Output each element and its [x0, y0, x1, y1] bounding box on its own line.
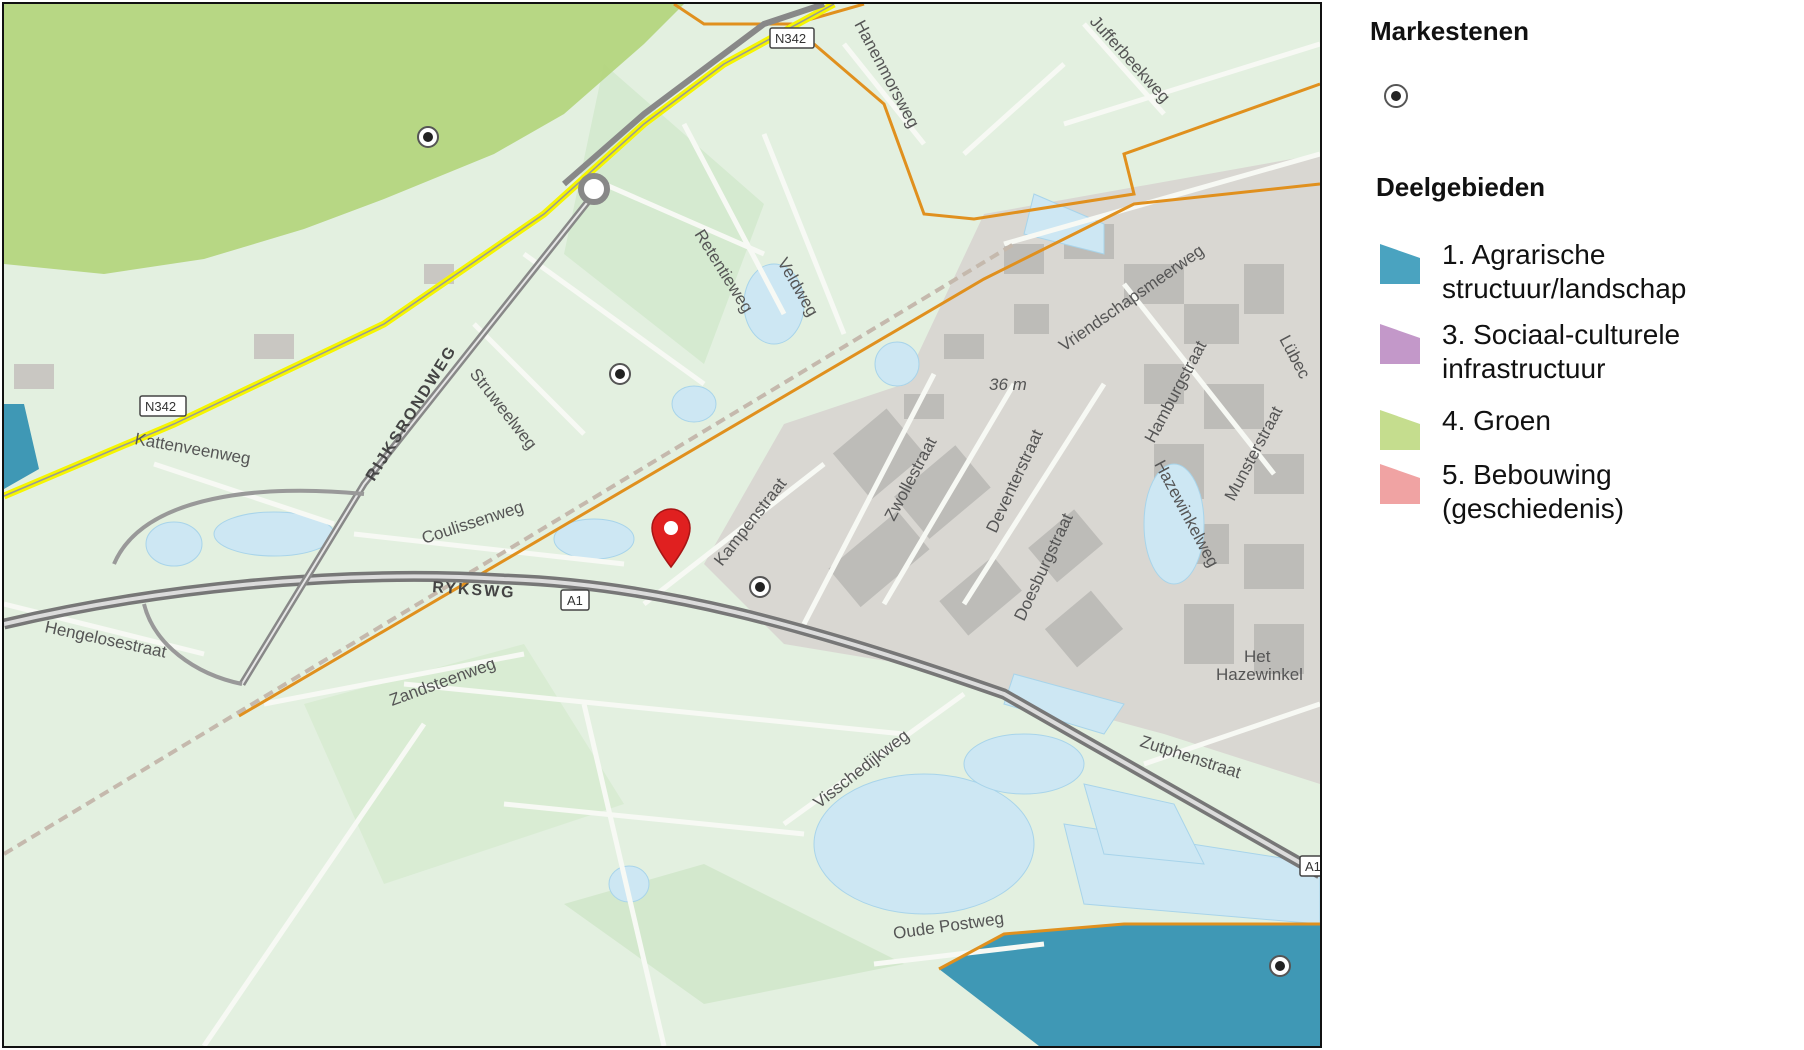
legend-label-agrarisch: 1. Agrarische structuur/landschap — [1442, 239, 1687, 304]
roundabout — [578, 173, 610, 205]
shield-n342-top: N342 — [769, 27, 815, 49]
markesteen-marker[interactable] — [609, 363, 631, 385]
svg-text:A1: A1 — [1305, 859, 1320, 874]
swatch-sociaal-icon — [1380, 324, 1420, 364]
map-canvas[interactable]: RYKSWG RIJKSRONDWEG Hanenmorsweg Jufferb… — [4, 4, 1320, 1046]
map-view[interactable]: RYKSWG RIJKSRONDWEG Hanenmorsweg Jufferb… — [2, 2, 1322, 1048]
shield-a1-right: A1 — [1299, 855, 1320, 877]
legend-item-groen: 4. Groen — [1380, 404, 1782, 450]
swatch-bebouwing-icon — [1380, 464, 1420, 504]
legend-item-agrarisch: 1. Agrarische structuur/landschap — [1380, 238, 1782, 306]
swatch-groen-icon — [1380, 410, 1420, 450]
svg-text:N342: N342 — [145, 399, 176, 414]
legend-item-bebouwing: 5. Bebouwing (geschiedenis) — [1380, 458, 1782, 526]
markesteen-marker[interactable] — [749, 576, 771, 598]
shield-a1-mid: A1 — [560, 589, 590, 611]
legend-item-sociaal-cultureel: 3. Sociaal-culturele infrastructuur — [1380, 318, 1782, 386]
swatch-agrarisch-icon — [1380, 244, 1420, 284]
legend-label-groen: 4. Groen — [1442, 405, 1551, 436]
svg-text:A1: A1 — [567, 593, 583, 608]
label-place-het: Het — [1244, 647, 1271, 666]
label-place-hazewinkel: Hazewinkel — [1216, 665, 1303, 684]
label-elevation: 36 m — [989, 375, 1027, 394]
legend-label-sociaal-cultureel: 3. Sociaal-culturele infrastructuur — [1442, 319, 1681, 384]
markesteen-marker[interactable] — [417, 126, 439, 148]
legend-title-markestenen: Markestenen — [1370, 16, 1529, 46]
legend-label-bebouwing: 5. Bebouwing (geschiedenis) — [1442, 459, 1625, 524]
markesteen-marker[interactable] — [1269, 955, 1291, 977]
markesteen-legend-icon — [1384, 84, 1408, 108]
shield-n342-left: N342 — [139, 395, 187, 417]
svg-text:N342: N342 — [775, 31, 806, 46]
legend-title-deelgebieden: Deelgebieden — [1376, 172, 1546, 202]
